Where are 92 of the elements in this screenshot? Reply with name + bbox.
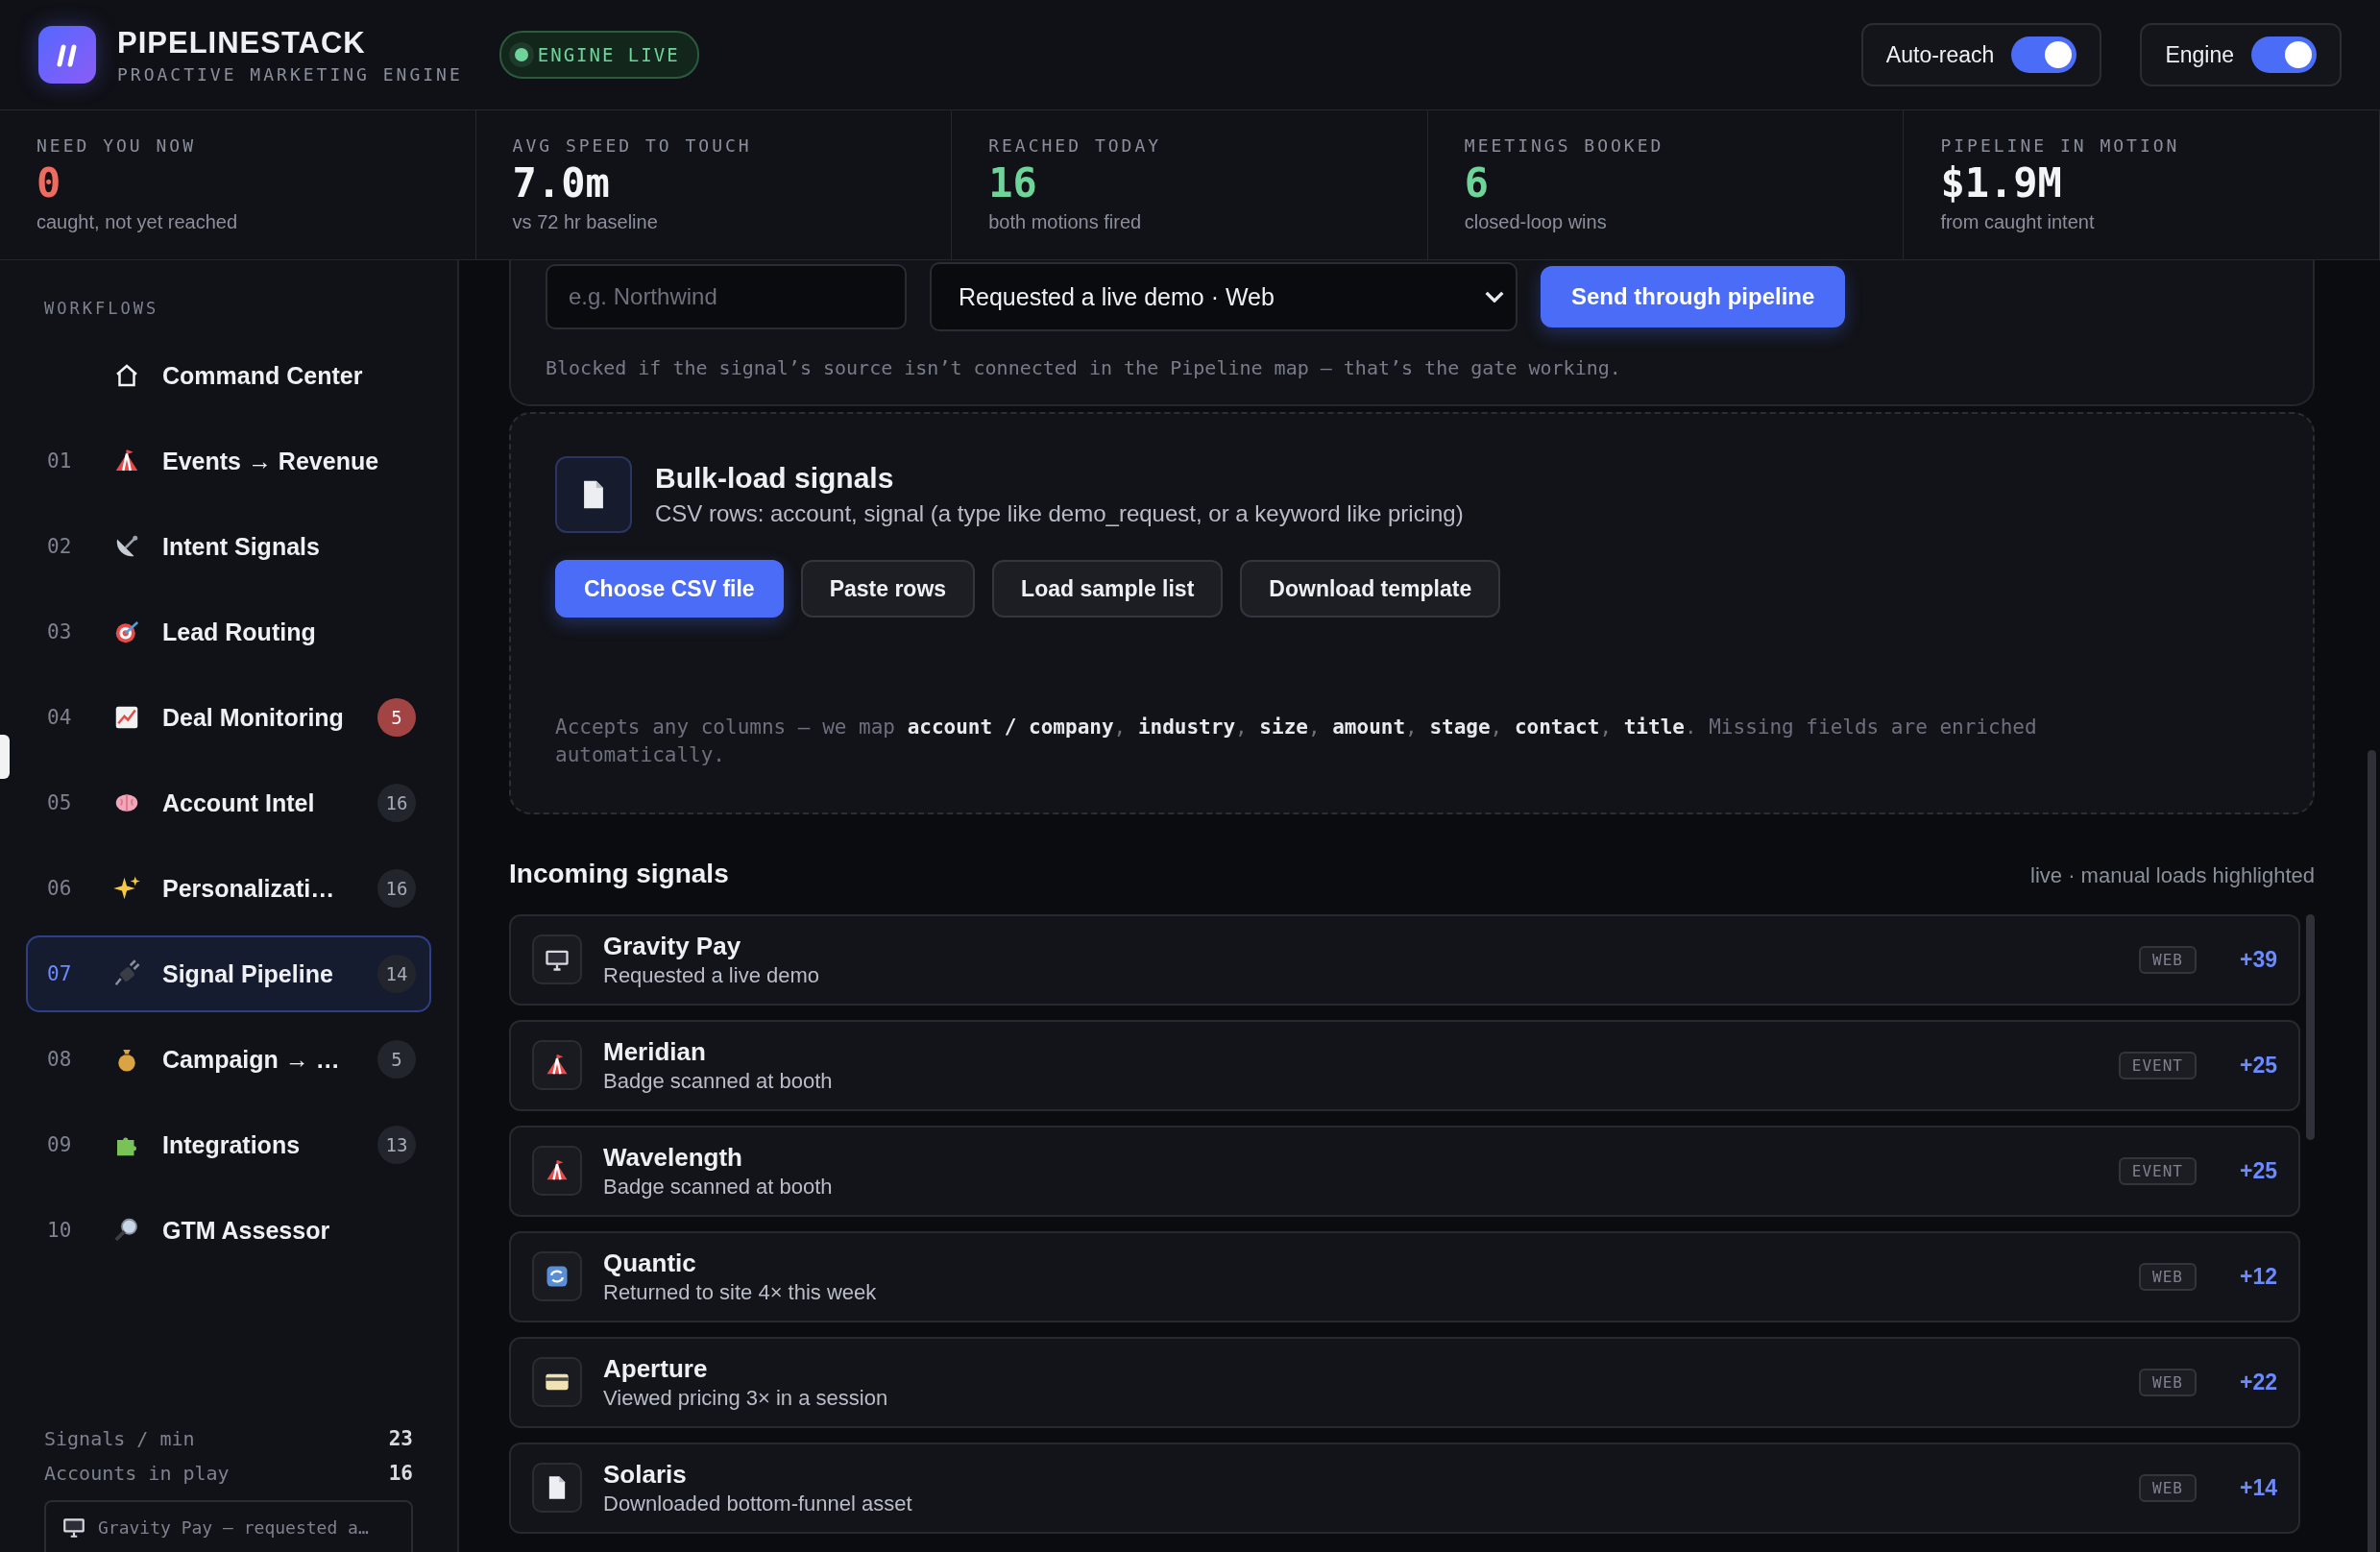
stat-value: 6 — [1464, 161, 1491, 206]
stat-label: PIPELINE IN MOTION — [1940, 135, 2181, 156]
stat-label: AVG SPEED TO TOUCH — [512, 135, 753, 156]
source-tag: WEB — [2139, 1473, 2197, 1502]
signal-row[interactable]: Quantic Returned to site 4× this week WEB +12 — [509, 1230, 2300, 1322]
nav-item[interactable]: 06 Personalizati… 16 — [26, 850, 431, 927]
status-pill: ENGINE LIVE — [498, 31, 699, 79]
stat-label: REACHED TODAY — [988, 135, 1163, 156]
note-text: Accepts any columns — we map account / company, industry, size, amount, stage, contact, title. Missing fields are enriched automatically. — [555, 715, 2038, 769]
count-badge: 16 — [377, 784, 416, 822]
score-text: +14 — [2239, 1474, 2277, 1501]
ticker-text: Gravity Pay — requested a… — [98, 1516, 369, 1538]
action-button[interactable]: Load sample list — [992, 560, 1224, 618]
source-tag: EVENT — [2118, 1051, 2197, 1079]
scrollbar[interactable] — [2306, 913, 2315, 1140]
plug-icon — [112, 959, 141, 988]
account-name: Quantic — [603, 1248, 697, 1278]
signal-text: Viewed pricing 3× in a session — [603, 1385, 889, 1411]
stat-note: both motions fired — [988, 211, 1143, 234]
signal-row[interactable]: Gravity Pay Requested a live demo WEB +39 — [509, 913, 2300, 1006]
app-tagline: PROACTIVE MARKETING ENGINE — [117, 63, 463, 85]
submit-button[interactable]: Send through pipeline — [1541, 266, 1846, 327]
nav-item[interactable]: 07 Signal Pipeline 14 — [26, 935, 431, 1012]
score-text: +39 — [2239, 946, 2277, 973]
source-tag: WEB — [2139, 1262, 2197, 1291]
count-badge: 14 — [377, 955, 416, 993]
stat-label: MEETINGS BOOKED — [1464, 135, 1665, 156]
action-button[interactable]: Download template — [1240, 560, 1501, 618]
action-button[interactable]: Paste rows — [800, 560, 976, 618]
logo-icon — [38, 26, 96, 84]
score-text: +25 — [2239, 1052, 2277, 1079]
nav-item[interactable]: 10 GTM Assessor — [26, 1192, 431, 1269]
source-tag: WEB — [2139, 945, 2197, 974]
signal-text: Returned to site 4× this week — [603, 1279, 878, 1305]
drawer-handle[interactable] — [0, 735, 10, 779]
metric-value: 23 — [388, 1427, 413, 1450]
nav-item[interactable]: 03 Lead Routing — [26, 594, 431, 670]
hint-text: Blocked if the signal’s source isn’t connected in the Pipeline map — that’s the gate working. — [546, 356, 1622, 379]
score-text: +12 — [2239, 1263, 2277, 1290]
signal-row[interactable]: Wavelength Badge scanned at booth EVENT +25 — [509, 1125, 2300, 1217]
account-name: Solaris — [603, 1459, 688, 1490]
signal-text: Downloaded bottom-funnel asset — [603, 1491, 913, 1516]
account-name: Meridian — [603, 1036, 707, 1067]
signal-text: Requested a live demo — [603, 962, 821, 988]
nav-item[interactable]: 05 Account Intel 16 — [26, 764, 431, 841]
stat-note: from caught intent — [1940, 211, 2096, 234]
count-badge: 13 — [377, 1126, 416, 1164]
nav-item[interactable]: Command Center — [26, 337, 431, 414]
nav-item[interactable]: 08 Campaign → … 5 — [26, 1021, 431, 1098]
source-tag: EVENT — [2118, 1156, 2197, 1185]
signal-select[interactable]: Requested a live demo · Web — [930, 262, 1518, 331]
nav-item[interactable]: 09 Integrations 13 — [26, 1106, 431, 1183]
signal-row[interactable]: Meridian Badge scanned at booth EVENT +25 — [509, 1019, 2300, 1111]
metric-label: Accounts in play — [44, 1462, 230, 1485]
metric-value: 16 — [388, 1462, 413, 1485]
app-title: PIPELINESTACK — [117, 25, 367, 61]
signal-row[interactable]: Solaris Downloaded bottom-funnel asset WEB +14 — [509, 1442, 2300, 1534]
panel-subtitle: CSV rows: account, signal (a type like demo_request, or a keyword like pricing) — [655, 500, 1464, 527]
count-badge: 16 — [377, 869, 416, 908]
count-badge: 5 — [377, 698, 416, 737]
stat-note: vs 72 hr baseline — [512, 211, 659, 234]
stat-value: 16 — [988, 161, 1038, 206]
stat-label: NEED YOU NOW — [36, 135, 198, 156]
score-text: +22 — [2239, 1369, 2277, 1395]
metric-label: Signals / min — [44, 1427, 195, 1450]
stat-value: $1.9M — [1940, 161, 2063, 206]
nav-item[interactable]: 02 Intent Signals — [26, 508, 431, 585]
signal-row[interactable]: Aperture Viewed pricing 3× in a session WEB +22 — [509, 1336, 2300, 1428]
chevron-icon — [1485, 291, 1504, 303]
stat-note: closed-loop wins — [1464, 211, 1608, 234]
nav-item[interactable]: 01 Events → Revenue — [26, 423, 431, 499]
section-title: Incoming signals — [509, 858, 729, 889]
stat-value: 7.0m — [512, 161, 611, 206]
score-text: +25 — [2239, 1157, 2277, 1184]
account-field[interactable]: e.g. Northwind — [546, 264, 907, 329]
toggle-control[interactable]: Engine — [2140, 23, 2342, 86]
account-name: Gravity Pay — [603, 931, 742, 961]
stat-value: 0 — [36, 161, 62, 206]
signal-text: Badge scanned at booth — [603, 1174, 834, 1200]
section-heading: WORKFLOWS — [44, 299, 160, 318]
account-name: Aperture — [603, 1353, 709, 1384]
stat-note: caught, not yet reached — [36, 211, 239, 234]
account-name: Wavelength — [603, 1142, 743, 1173]
action-button[interactable]: Choose CSV file — [555, 560, 784, 618]
section-caption: live · manual loads highlighted — [2030, 862, 2315, 888]
source-tag: WEB — [2139, 1368, 2197, 1396]
scrollbar[interactable] — [2368, 750, 2376, 1552]
signal-text: Badge scanned at booth — [603, 1068, 834, 1094]
toggle-control[interactable]: Auto-reach — [1860, 23, 2102, 86]
panel-title: Bulk-load signals — [655, 462, 895, 495]
count-badge: 5 — [377, 1040, 416, 1079]
nav-item[interactable]: 04 Deal Monitoring 5 — [26, 679, 431, 756]
